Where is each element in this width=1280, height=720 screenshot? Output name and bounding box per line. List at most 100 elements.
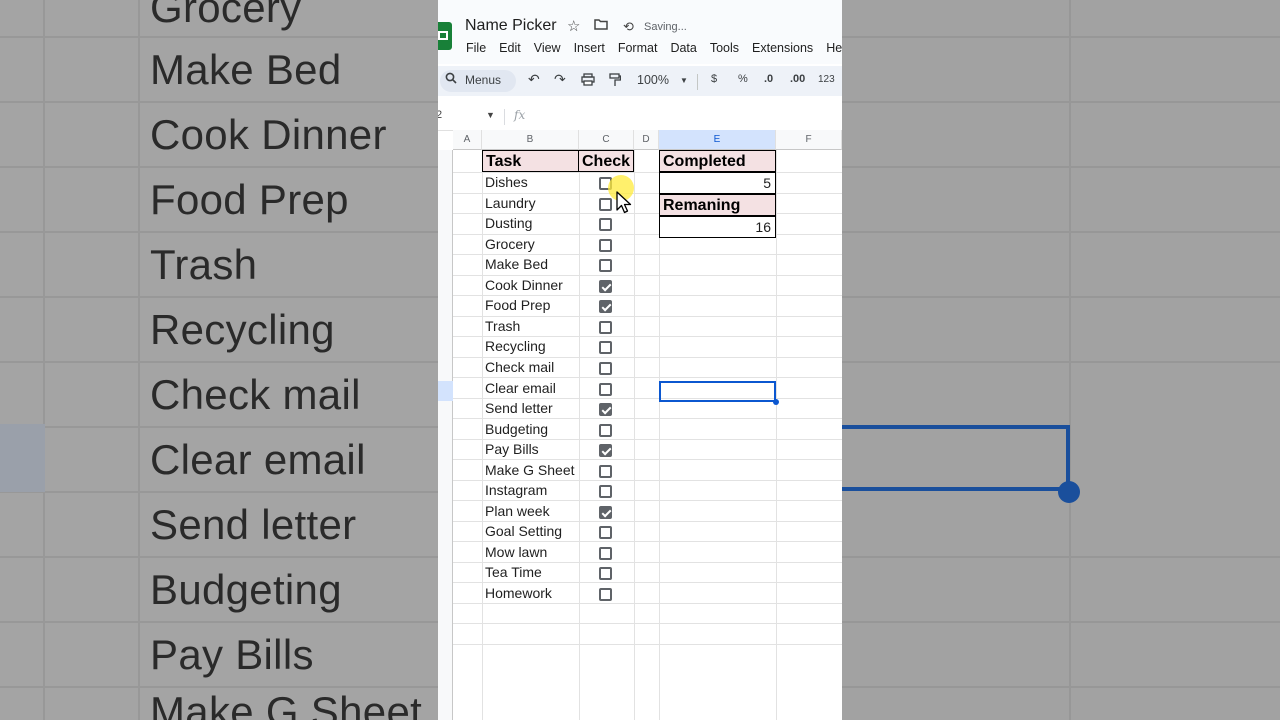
task-cell[interactable]: Mow lawn [485, 544, 547, 560]
bg-task-label: Trash [150, 241, 258, 288]
formula-bar: 2 ▼ fx [438, 104, 842, 131]
redo-icon[interactable]: ↷ [554, 71, 566, 88]
checkbox-checked[interactable] [599, 300, 612, 314]
menu-item-edit[interactable]: Edit [499, 41, 521, 55]
column-header-b[interactable]: B [482, 130, 579, 150]
checkbox-unchecked[interactable] [599, 341, 612, 355]
selected-cell[interactable] [659, 381, 776, 402]
task-cell[interactable]: Laundry [485, 195, 536, 211]
fill-handle[interactable] [773, 399, 779, 405]
task-cell[interactable]: Make G Sheet [485, 462, 575, 478]
completed-count-cell[interactable]: 5 [659, 172, 776, 194]
task-cell[interactable]: Budgeting [485, 421, 548, 437]
checkbox-checked[interactable] [599, 505, 612, 519]
task-cell[interactable]: Cook Dinner [485, 277, 563, 293]
grid-line [453, 254, 842, 255]
number-format-button[interactable]: 123 [818, 74, 835, 85]
paint-format-icon[interactable] [609, 73, 622, 90]
task-cell[interactable]: Trash [485, 318, 520, 334]
name-box-dropdown-icon[interactable]: ▼ [486, 110, 495, 120]
move-folder-icon[interactable] [594, 17, 608, 34]
bg-task-label: Food Prep [150, 176, 349, 223]
checkbox-unchecked[interactable] [599, 423, 612, 437]
checkbox-unchecked[interactable] [599, 320, 612, 334]
checkbox-checked[interactable] [599, 403, 612, 417]
bg-gridline [0, 166, 438, 168]
name-box[interactable]: 2 [438, 109, 442, 121]
column-header-e[interactable]: E [659, 130, 776, 150]
checkbox-unchecked[interactable] [599, 464, 612, 478]
checkbox-unchecked[interactable] [599, 218, 612, 232]
increase-decimal-button[interactable]: .00 [790, 73, 805, 85]
menu-item-data[interactable]: Data [670, 41, 696, 55]
task-cell[interactable]: Recycling [485, 338, 546, 354]
checkbox-unchecked[interactable] [599, 259, 612, 273]
print-icon[interactable] [581, 73, 595, 89]
grid-line [453, 397, 842, 399]
checkbox-checked[interactable] [599, 444, 612, 458]
grid-line [453, 602, 842, 604]
search-icon [445, 72, 457, 87]
bg-gridline [43, 0, 45, 720]
checkbox-unchecked[interactable] [599, 485, 612, 499]
task-cell[interactable]: Tea Time [485, 564, 542, 580]
task-cell[interactable]: Pay Bills [485, 441, 539, 457]
star-icon[interactable]: ☆ [567, 17, 580, 35]
checkbox-unchecked[interactable] [599, 546, 612, 560]
header-remaining[interactable]: Remaning [659, 194, 776, 216]
task-cell[interactable]: Homework [485, 585, 552, 601]
column-header-f[interactable]: F [776, 130, 842, 150]
document-title[interactable]: Name Picker [465, 17, 557, 35]
column-header-a[interactable]: A [453, 130, 482, 150]
grid-line [453, 500, 842, 501]
menu-item-he[interactable]: He [826, 41, 842, 55]
decrease-decimal-button[interactable]: .0 [764, 73, 773, 85]
task-cell[interactable]: Make Bed [485, 256, 548, 272]
bg-selection-handle [1058, 481, 1080, 503]
menu-item-tools[interactable]: Tools [710, 41, 739, 55]
header-task[interactable]: Task [482, 150, 579, 172]
chevron-down-icon[interactable]: ▼ [680, 76, 688, 85]
column-header-d[interactable]: D [634, 130, 659, 150]
task-cell[interactable]: Clear email [485, 380, 556, 396]
checkbox-unchecked[interactable] [599, 526, 612, 540]
menu-item-extensions[interactable]: Extensions [752, 41, 813, 55]
zoom-select[interactable]: 100% [637, 73, 669, 87]
remaining-count-cell[interactable]: 16 [659, 216, 776, 238]
percent-format-button[interactable]: % [738, 73, 748, 85]
task-cell[interactable]: Plan week [485, 503, 550, 519]
active-row-header[interactable] [438, 381, 453, 401]
checkbox-unchecked[interactable] [599, 361, 612, 375]
column-header-c[interactable]: C [579, 130, 634, 150]
menu-item-insert[interactable]: Insert [574, 41, 605, 55]
grid-line [453, 377, 842, 378]
currency-format-button[interactable]: $ [711, 73, 717, 85]
task-cell[interactable]: Goal Setting [485, 523, 562, 539]
save-status: Saving... [644, 21, 687, 33]
grid-line [453, 438, 842, 440]
checkbox-unchecked[interactable] [599, 567, 612, 581]
menu-item-view[interactable]: View [534, 41, 561, 55]
task-cell[interactable]: Food Prep [485, 297, 550, 313]
toolbar-divider [697, 74, 698, 90]
bg-gridline [842, 556, 1280, 558]
menu-item-file[interactable]: File [466, 41, 486, 55]
undo-icon[interactable]: ↶ [528, 71, 540, 88]
sheets-logo-icon[interactable] [438, 22, 452, 50]
menu-item-format[interactable]: Format [618, 41, 658, 55]
checkbox-unchecked[interactable] [599, 238, 612, 252]
task-cell[interactable]: Instagram [485, 482, 547, 498]
sheet-grid[interactable]: A B C D E F Task Check Completed 5 Reman… [438, 130, 842, 720]
task-cell[interactable]: Dishes [485, 174, 528, 190]
checkbox-checked[interactable] [599, 279, 612, 293]
task-cell[interactable]: Dusting [485, 215, 532, 231]
row-header-strip[interactable] [438, 150, 453, 720]
checkbox-unchecked[interactable] [599, 382, 612, 396]
task-cell[interactable]: Check mail [485, 359, 554, 375]
checkbox-unchecked[interactable] [599, 197, 612, 211]
task-cell[interactable]: Send letter [485, 400, 553, 416]
header-check[interactable]: Check [578, 150, 634, 172]
checkbox-unchecked[interactable] [599, 588, 612, 601]
header-completed[interactable]: Completed [659, 150, 776, 172]
task-cell[interactable]: Grocery [485, 236, 535, 252]
